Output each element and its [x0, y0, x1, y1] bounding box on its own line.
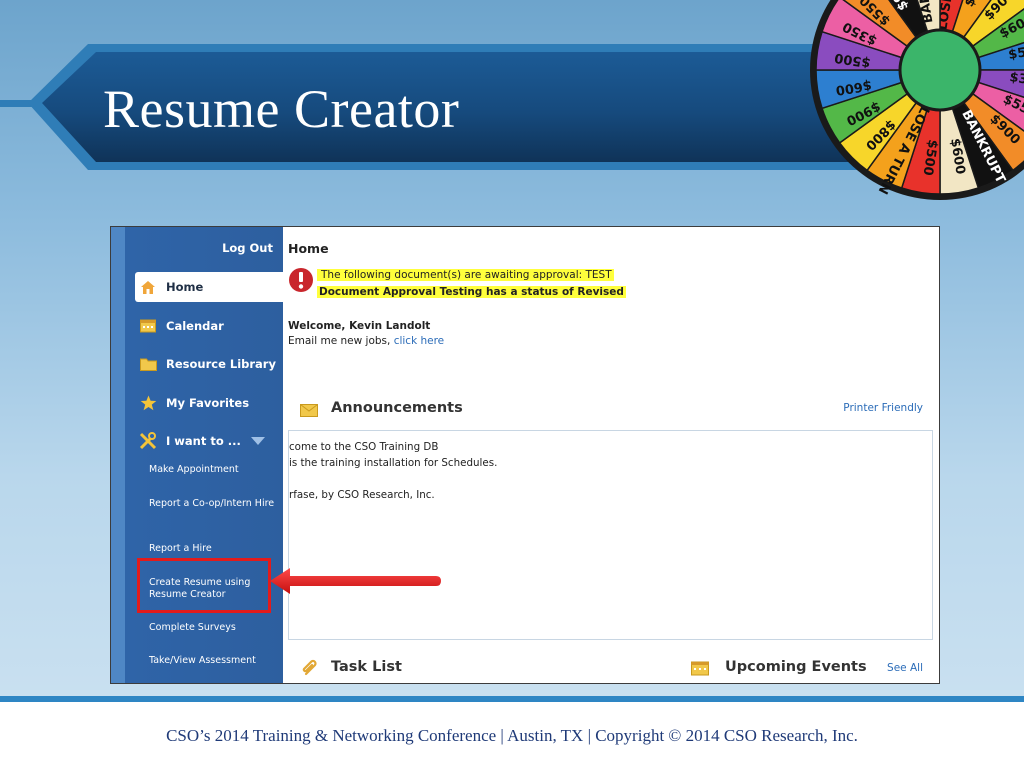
announcement-line: rfase, by CSO Research, Inc.: [289, 489, 435, 501]
menu-item-make-appointment[interactable]: Make Appointment: [149, 464, 275, 476]
slide-footer: CSO’s 2014 Training & Networking Confere…: [166, 726, 858, 745]
alert-icon: [288, 267, 314, 293]
announcements-header: Announcements Printer Friendly: [283, 392, 939, 428]
upcoming-events-title: Upcoming Events: [725, 659, 867, 675]
star-icon: [138, 394, 158, 412]
sidebar-item-calendar[interactable]: Calendar: [135, 311, 283, 341]
click-here-link[interactable]: click here: [394, 335, 444, 347]
sidebar-item-resource-library[interactable]: Resource Library: [135, 349, 283, 379]
sidebar-item-my-favorites[interactable]: My Favorites: [135, 388, 283, 418]
folder-icon: [138, 355, 158, 373]
app-screenshot: Log Out Home Calendar Resource Library M…: [110, 226, 940, 684]
highlight-box: [137, 558, 271, 613]
sidebar-item-label: I want to ...: [166, 434, 241, 448]
paperclip-icon: [301, 659, 319, 681]
announcement-line: come to the CSO Training DB: [289, 441, 439, 453]
menu-item-report-coop-hire[interactable]: Report a Co-op/Intern Hire: [149, 498, 275, 510]
calendar-icon: [138, 317, 158, 335]
page-title: Home: [288, 241, 329, 256]
sidebar-item-label: Home: [166, 280, 204, 294]
house-icon: [138, 278, 158, 296]
email-jobs-text: Email me new jobs,: [288, 335, 394, 347]
tools-icon: [138, 432, 158, 450]
calendar-icon: [691, 661, 709, 680]
chevron-down-icon: [250, 434, 265, 448]
menu-item-take-assessment[interactable]: Take/View Assessment: [149, 655, 275, 667]
alert-message: Document Approval Testing has a status o…: [317, 286, 626, 298]
sidebar-item-i-want-to[interactable]: I want to ...: [135, 426, 283, 456]
welcome-text: Welcome, Kevin Landolt: [288, 320, 431, 332]
sidebar-item-label: Resource Library: [166, 357, 276, 371]
email-jobs-line: Email me new jobs, click here: [288, 335, 444, 347]
slide-title: Resume Creator: [103, 79, 460, 139]
sidebar-item-home[interactable]: Home: [135, 272, 285, 302]
announcement-line: is the training installation for Schedul…: [289, 457, 498, 469]
sidebar-item-label: Calendar: [166, 319, 224, 333]
see-all-link[interactable]: See All: [887, 662, 923, 674]
menu-item-complete-surveys[interactable]: Complete Surveys: [149, 622, 275, 634]
fortune-wheel-image: LOSE A TURN$800$900$600$500$350$550$900B…: [810, 0, 1024, 200]
red-arrow-pointer: [270, 568, 441, 594]
announcements-box: come to the CSO Training DB is the train…: [288, 430, 933, 640]
task-list-title: Task List: [331, 659, 402, 675]
sidebar: Log Out Home Calendar Resource Library M…: [111, 227, 285, 683]
sidebar-item-label: My Favorites: [166, 396, 250, 410]
logout-link[interactable]: Log Out: [222, 241, 273, 255]
menu-item-report-hire[interactable]: Report a Hire: [149, 543, 275, 555]
alert-message: The following document(s) are awaiting a…: [317, 269, 614, 281]
announcements-title: Announcements: [331, 400, 463, 416]
printer-friendly-link[interactable]: Printer Friendly: [843, 402, 923, 414]
bottom-rule: [0, 696, 1024, 702]
envelope-icon: [300, 402, 318, 421]
main-content: Home The following document(s) are await…: [283, 227, 939, 683]
